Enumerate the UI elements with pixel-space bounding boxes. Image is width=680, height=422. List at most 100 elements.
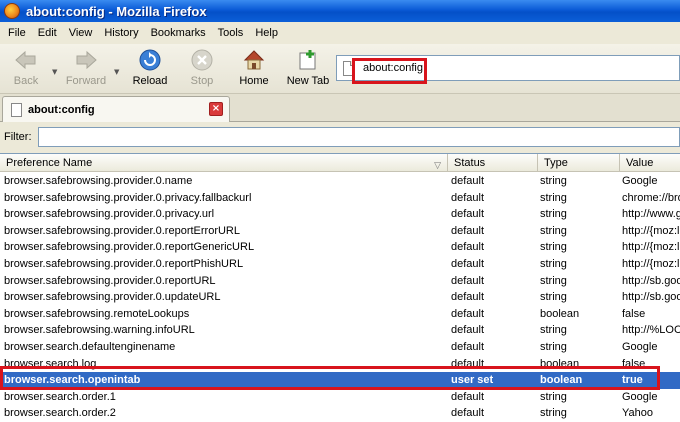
reload-button[interactable]: Reload (124, 48, 176, 90)
cell-status: default (451, 341, 485, 353)
cell-type: string (540, 341, 567, 353)
cell-type: string (540, 324, 567, 337)
cell-type: string (540, 407, 567, 420)
home-button[interactable]: Home (228, 48, 280, 90)
forward-arrow-icon (74, 48, 98, 72)
cell-status: default (451, 407, 485, 420)
cell-name: browser.safebrowsing.provider.0.reportPh… (4, 258, 244, 270)
cell-name: browser.safebrowsing.warning.infoURL (4, 324, 195, 337)
column-name-label: Preference Name (6, 157, 93, 169)
table-row[interactable]: browser.search.order.1 default string Googl… (0, 389, 680, 406)
cell-type: string (540, 390, 567, 403)
column-value-label: Value (626, 157, 654, 169)
cell-type: string (540, 241, 567, 254)
reload-icon (138, 48, 162, 72)
forward-dropdown-icon[interactable]: ▼ (114, 68, 119, 76)
cell-value: http://{moz:l (622, 258, 680, 270)
cell-type: boolean (540, 307, 580, 320)
table-row[interactable]: browser.safebrowsing.provider.0.updateUR… (0, 289, 680, 306)
menu-bookmarks[interactable]: Bookmarks (145, 27, 212, 39)
cell-name: browser.safebrowsing.provider.0.name (4, 175, 193, 187)
stop-label: Stop (190, 75, 214, 87)
new-tab-button[interactable]: New Tab (280, 48, 336, 90)
table-row[interactable]: browser.safebrowsing.provider.0.name defa… (0, 173, 680, 190)
cell-value: http://www.g (622, 208, 680, 221)
menu-history[interactable]: History (98, 27, 144, 39)
filter-input[interactable] (38, 127, 680, 147)
back-dropdown-icon[interactable]: ▼ (52, 68, 57, 76)
tab-page-icon (11, 102, 22, 117)
cell-status: default (451, 208, 485, 221)
cell-name: browser.search.defaultenginename (4, 341, 176, 353)
back-arrow-icon (14, 48, 38, 72)
table-row[interactable]: browser.safebrowsing.provider.0.privacy.… (0, 206, 680, 223)
tab-label: about:config (28, 103, 95, 116)
table-row[interactable]: browser.safebrowsing.provider.0.privacy.… (0, 190, 680, 207)
menu-file[interactable]: File (2, 27, 32, 39)
cell-value: Google (622, 390, 658, 403)
cell-value: Google (622, 341, 658, 353)
filter-bar: Filter: (0, 123, 680, 151)
menu-tools[interactable]: Tools (212, 27, 250, 39)
cell-status: default (451, 175, 485, 187)
cell-value: http://%LOC (622, 324, 680, 337)
cell-type: string (540, 274, 567, 287)
cell-type: boolean (540, 374, 583, 387)
cell-status: default (451, 307, 485, 320)
cell-value: Google (622, 175, 658, 187)
cell-type: string (540, 291, 567, 304)
table-row[interactable]: browser.search.order.2 default string Yahoo (0, 405, 680, 422)
menu-bar: File Edit View History Bookmarks Tools H… (0, 22, 680, 44)
cell-type: string (540, 175, 567, 187)
cell-value: true (622, 374, 643, 387)
home-label: Home (239, 75, 269, 87)
cell-name: browser.search.order.1 (4, 390, 116, 403)
close-tab-icon[interactable]: × (209, 102, 223, 116)
home-icon (242, 48, 266, 72)
new-tab-icon (296, 48, 320, 72)
cell-type: string (540, 208, 567, 221)
column-header-type[interactable]: Type (538, 154, 620, 172)
table-row[interactable]: browser.safebrowsing.provider.0.reportPh… (0, 256, 680, 273)
reload-label: Reload (132, 75, 168, 87)
firefox-icon (4, 3, 20, 19)
table-header: Preference Name ▽ Status Type Value (0, 154, 680, 172)
cell-status: default (451, 241, 485, 254)
table-row[interactable]: browser.safebrowsing.warning.infoURL defa… (0, 322, 680, 339)
cell-status: default (451, 357, 485, 370)
cell-status: default (451, 390, 485, 403)
cell-status: user set (451, 374, 494, 387)
table-row[interactable]: browser.safebrowsing.provider.0.reportUR… (0, 273, 680, 290)
cell-value: false (622, 307, 646, 320)
cell-type: string (540, 191, 567, 204)
preferences-table: Preference Name ▽ Status Type Value brow… (0, 153, 680, 422)
menu-edit[interactable]: Edit (32, 27, 63, 39)
table-row[interactable]: browser.search.defaultenginename default s… (0, 339, 680, 356)
cell-name: browser.safebrowsing.provider.0.privacy.… (4, 191, 252, 204)
cell-value: Yahoo (622, 407, 653, 420)
menu-view[interactable]: View (63, 27, 99, 39)
back-button[interactable]: Back (0, 48, 52, 90)
cell-name: browser.safebrowsing.provider.0.updateUR… (4, 291, 221, 304)
cell-status: default (451, 258, 485, 270)
stop-button[interactable]: Stop (176, 48, 228, 90)
table-row[interactable]: browser.search.log default boolean false (0, 356, 680, 373)
table-row[interactable]: browser.safebrowsing.remoteLookups defaul… (0, 306, 680, 323)
cell-value: http://{moz:l (622, 224, 680, 237)
column-header-status[interactable]: Status (448, 154, 538, 172)
cell-value: http://{moz:l (622, 241, 680, 254)
cell-type: string (540, 224, 567, 237)
cell-value: false (622, 357, 646, 370)
cell-name: browser.search.log (4, 357, 97, 370)
cell-name: browser.search.openintab (4, 374, 141, 387)
tab-about-config[interactable]: about:config × (2, 96, 230, 122)
column-header-value[interactable]: Value (620, 154, 680, 172)
table-row[interactable]: browser.safebrowsing.provider.0.reportGe… (0, 239, 680, 256)
table-row[interactable]: browser.safebrowsing.provider.0.reportEr… (0, 223, 680, 240)
forward-button[interactable]: Forward (60, 48, 112, 90)
table-row[interactable]: browser.search.openintab user set boolean t… (0, 372, 680, 389)
cell-value: chrome://bro (622, 191, 680, 204)
column-header-name[interactable]: Preference Name ▽ (0, 154, 448, 172)
column-type-label: Type (544, 157, 568, 169)
menu-help[interactable]: Help (249, 27, 284, 39)
